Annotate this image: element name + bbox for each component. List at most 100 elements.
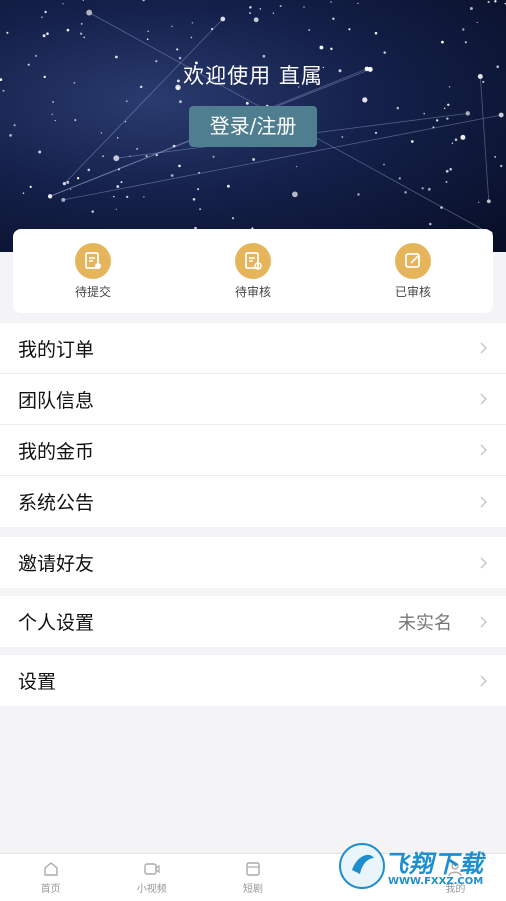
star xyxy=(445,180,448,183)
star xyxy=(308,28,311,32)
star xyxy=(143,196,145,198)
star xyxy=(404,191,407,194)
star xyxy=(462,28,465,31)
star xyxy=(51,113,53,115)
star xyxy=(42,34,46,38)
star xyxy=(113,195,115,198)
star xyxy=(178,164,181,168)
star xyxy=(191,21,194,24)
star xyxy=(13,124,16,127)
star xyxy=(54,119,56,122)
status-pending-review[interactable]: 待审核 xyxy=(198,242,308,300)
tab-short-video[interactable]: 小视频 xyxy=(101,854,202,901)
star xyxy=(116,185,120,188)
star xyxy=(357,193,360,196)
star xyxy=(449,168,452,171)
star xyxy=(464,41,467,44)
star xyxy=(441,40,444,44)
site-watermark: 飞翔下载 WWW.FXXZ.COM xyxy=(338,840,498,896)
menu-label: 个人设置 xyxy=(18,612,95,634)
watermark-logo-icon xyxy=(339,843,385,889)
star xyxy=(357,2,359,5)
star xyxy=(102,155,104,158)
status-label: 待审核 xyxy=(234,284,271,299)
profile-header: 欢迎使用 直属 登录/注册 xyxy=(0,0,506,252)
welcome-text: 欢迎使用 直属 xyxy=(183,64,323,88)
star xyxy=(2,89,5,92)
star xyxy=(330,47,333,51)
watermark-text: 飞翔下载 xyxy=(384,850,484,878)
star xyxy=(100,132,102,134)
edit-done-icon xyxy=(395,242,431,279)
star xyxy=(79,32,83,35)
star xyxy=(249,6,252,9)
menu-group-settings: 设置 xyxy=(0,655,506,706)
star xyxy=(423,112,426,115)
menu-label: 我的订单 xyxy=(18,338,95,361)
star xyxy=(44,10,47,14)
star xyxy=(199,208,202,211)
star xyxy=(262,54,266,58)
star xyxy=(427,187,431,191)
star xyxy=(476,21,478,24)
menu-label: 系统公告 xyxy=(18,492,95,514)
star xyxy=(303,6,305,8)
chevron-right-icon xyxy=(480,444,488,456)
star xyxy=(6,31,9,34)
star xyxy=(70,188,72,191)
star xyxy=(332,17,335,20)
star xyxy=(451,142,454,144)
menu-item-settings[interactable]: 设置 xyxy=(0,655,506,706)
star xyxy=(115,55,118,59)
menu-item-team-info[interactable]: 团队信息 xyxy=(0,374,506,425)
star xyxy=(29,185,32,188)
star xyxy=(80,23,83,25)
star xyxy=(226,184,230,188)
star xyxy=(192,197,196,201)
star xyxy=(126,195,129,199)
star xyxy=(341,136,344,138)
star xyxy=(87,168,91,172)
star xyxy=(116,137,119,139)
star xyxy=(147,30,149,32)
menu-item-invite-friends[interactable]: 邀请好友 xyxy=(0,537,506,588)
star xyxy=(319,45,324,50)
star xyxy=(469,7,473,10)
menu-item-announcements[interactable]: 系统公告 xyxy=(0,476,506,527)
star xyxy=(460,134,466,140)
star xyxy=(296,165,298,168)
status-pending-submit[interactable]: 待提交 xyxy=(38,242,148,300)
menu-item-my-orders[interactable]: 我的订单 xyxy=(0,323,506,374)
star xyxy=(34,54,38,57)
star xyxy=(494,0,497,3)
order-status-card: 待提交 待审核 已审核 xyxy=(13,229,493,313)
menu-group-profile: 个人设置 未实名 xyxy=(0,596,506,647)
status-label: 待提交 xyxy=(74,284,111,299)
menu-item-personal-settings[interactable]: 个人设置 未实名 xyxy=(0,596,506,647)
star xyxy=(398,177,401,180)
star xyxy=(136,148,138,150)
star xyxy=(396,106,400,110)
star xyxy=(197,188,200,191)
tab-drama[interactable]: 短剧 xyxy=(202,854,303,901)
star xyxy=(252,157,256,161)
star xyxy=(82,0,84,1)
star xyxy=(447,103,450,107)
menu-label: 设置 xyxy=(18,671,57,693)
star xyxy=(212,155,215,158)
star xyxy=(9,134,12,137)
status-reviewed[interactable]: 已审核 xyxy=(358,242,468,300)
login-register-button[interactable]: 登录/注册 xyxy=(189,106,317,147)
star xyxy=(272,12,275,15)
star xyxy=(146,38,149,41)
star xyxy=(259,8,262,10)
tab-label: 短剧 xyxy=(243,884,263,895)
star xyxy=(124,120,127,123)
star xyxy=(494,156,496,158)
star xyxy=(178,56,182,60)
tab-home[interactable]: 首页 xyxy=(0,854,101,901)
star xyxy=(362,97,368,103)
star xyxy=(383,163,385,166)
chevron-right-icon xyxy=(480,556,488,569)
menu-item-my-coins[interactable]: 我的金币 xyxy=(0,425,506,476)
